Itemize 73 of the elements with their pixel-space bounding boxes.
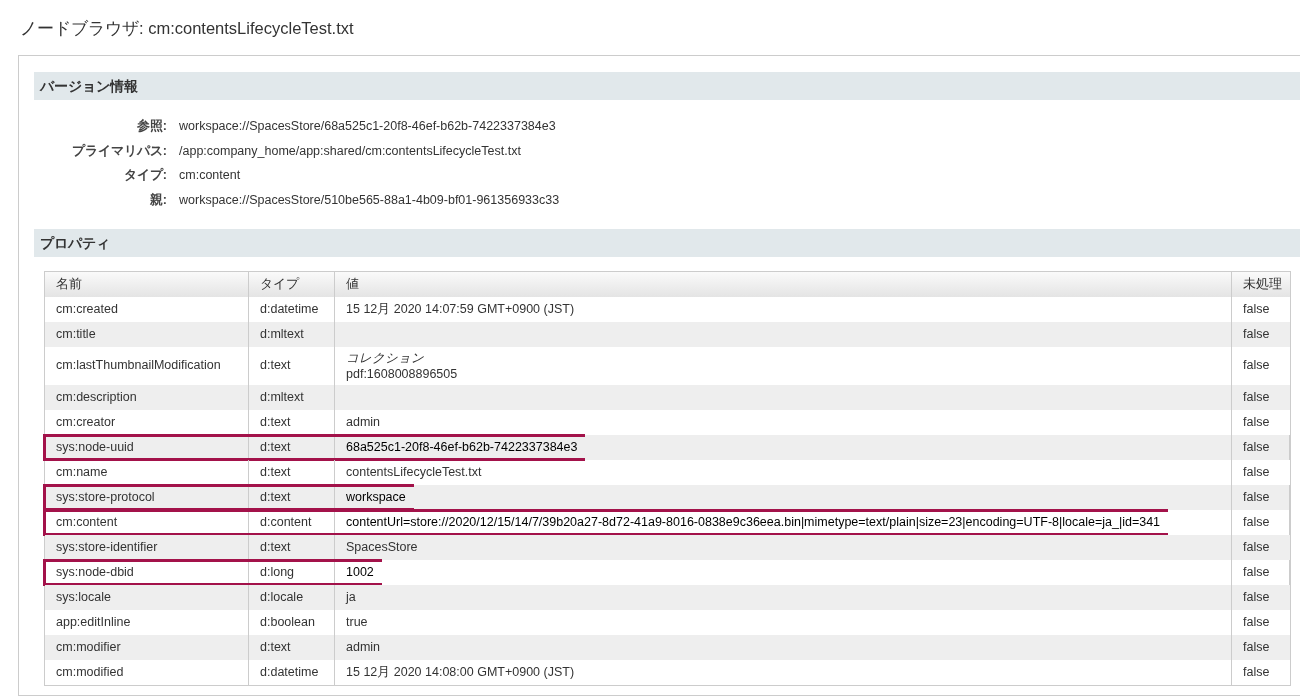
raw-value: false [1243, 438, 1270, 456]
field-label: タイプ: [122, 167, 167, 184]
column-header: タイプ [260, 275, 299, 293]
raw-value: false [1243, 513, 1270, 531]
property-name: cm:title [56, 325, 96, 343]
raw-value: false [1243, 663, 1270, 681]
column-header: 値 [346, 275, 359, 293]
section-heading: バージョン情報 [34, 72, 1300, 100]
property-value: SpacesStore [346, 539, 418, 555]
property-type: d:long [260, 563, 295, 581]
property-type: d:datetime [260, 663, 319, 681]
raw-value: false [1243, 463, 1270, 481]
property-type: d:text [260, 638, 291, 656]
property-value: 68a525c1-20f8-46ef-b62b-7422337384e3 [346, 439, 578, 455]
property-name: cm:description [56, 388, 137, 406]
property-value: admin [346, 414, 381, 430]
raw-value: false [1243, 413, 1270, 431]
raw-value: false [1243, 538, 1270, 556]
property-value: 15 12月 2020 14:08:00 GMT+0900 (JST) [346, 664, 575, 680]
property-value: 1002 [346, 564, 374, 580]
property-type: d:text [260, 463, 291, 481]
property-type: d:mltext [260, 325, 304, 343]
property-type: d:boolean [260, 613, 315, 631]
column-header: 名前 [56, 275, 82, 293]
property-name: cm:modifier [56, 638, 121, 656]
property-type: d:locale [260, 588, 304, 606]
property-name: cm:name [56, 463, 108, 481]
property-type: d:text [260, 357, 291, 374]
property-name: sys:node-uuid [56, 438, 134, 456]
property-type: d:text [260, 488, 291, 506]
section-heading: プロパティ [34, 228, 1300, 257]
property-name: cm:modified [56, 663, 124, 681]
field-value: workspace://SpacesStore/510be565-88a1-4b09-bf01-961356933c33 [179, 192, 560, 207]
field-value: cm:content [179, 168, 241, 182]
property-value: workspace [346, 489, 406, 505]
field-value: workspace://SpacesStore/68a525c1-20f8-46ef-b62b-7422337384e3 [179, 119, 556, 133]
property-type: d:text [260, 438, 291, 456]
page-title: ノードブラウザ: cm:contentsLifecycleTest.txt [20, 18, 355, 39]
property-type: d:text [260, 413, 291, 431]
field-value: /app:company_home/app:shared/cm:contentsLifecycleTest.txt [179, 143, 521, 158]
raw-value: false [1243, 388, 1270, 406]
property-name: sys:store-identifier [56, 538, 158, 556]
property-name: cm:created [56, 300, 118, 318]
raw-value: false [1243, 357, 1270, 374]
property-type: d:content [260, 513, 312, 531]
property-value: contentUrl=store://2020/12/15/14/7/39b20a27-8d72-41a9-8016-0838e9c36eea.bin|mimetype=text/plain|size=23|encoding=UTF-8|locale=ja_|id=341 [346, 514, 1161, 530]
property-name: sys:node-dbid [56, 563, 134, 581]
property-name: sys:locale [56, 588, 111, 606]
property-type: d:text [260, 538, 291, 556]
property-name: cm:content [56, 513, 118, 531]
property-value: admin [346, 639, 381, 655]
property-value: contentsLifecycleTest.txt [346, 464, 482, 480]
raw-value: false [1243, 488, 1270, 506]
field-label: 親: [148, 191, 167, 209]
raw-value: false [1243, 613, 1270, 631]
raw-value: false [1243, 300, 1270, 318]
property-type: d:datetime [260, 300, 319, 318]
field-label: 参照: [135, 118, 167, 135]
field-label: プライマリパス: [70, 142, 167, 160]
property-name: cm:creator [56, 413, 116, 431]
property-name: sys:store-protocol [56, 488, 155, 506]
property-name: app:editInline [56, 613, 131, 631]
raw-value: false [1243, 588, 1270, 606]
column-header: 未処理 [1243, 275, 1282, 293]
raw-value: false [1243, 638, 1270, 656]
raw-value: false [1243, 325, 1270, 343]
raw-value: false [1243, 563, 1270, 581]
property-value: コレクション pdf:1608008896505 [346, 349, 458, 382]
property-value: ja [346, 589, 356, 605]
property-value: 15 12月 2020 14:07:59 GMT+0900 (JST) [346, 301, 575, 317]
property-type: d:mltext [260, 388, 304, 406]
property-value: true [346, 614, 368, 630]
property-name: cm:lastThumbnailModification [56, 357, 221, 374]
